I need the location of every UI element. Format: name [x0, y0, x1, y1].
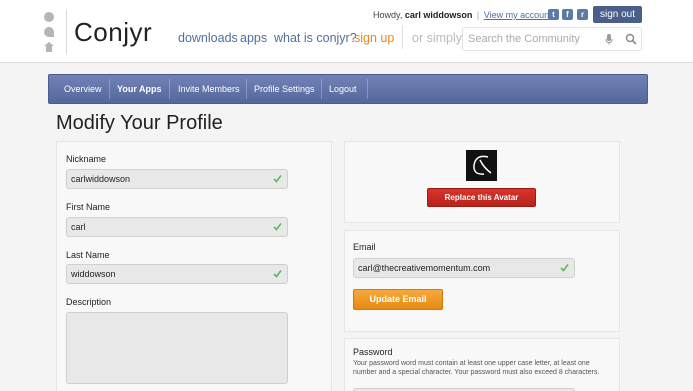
page-title: Modify Your Profile	[56, 112, 223, 134]
account-tabs: Overview Your Apps Invite Members Profil…	[48, 74, 648, 104]
nav-what-is-conjyr[interactable]: what is conjyr?	[274, 31, 357, 45]
tab-your-apps[interactable]: Your Apps	[117, 75, 162, 103]
email-value: carl@thecreativemomentum.com	[358, 263, 491, 273]
avatar-signature-icon	[473, 155, 492, 175]
first-name-label: First Name	[66, 202, 111, 212]
replace-avatar-button[interactable]: Replace this Avatar	[427, 188, 536, 207]
user-greeting: Howdy, carl widdowson | View my account	[373, 10, 552, 20]
description-label: Description	[66, 297, 112, 307]
email-panel	[344, 230, 620, 332]
last-name-value: widdowson	[71, 269, 116, 279]
password-help-text: Your password word must contain at least…	[353, 360, 600, 376]
first-name-value: carl	[71, 222, 86, 232]
first-name-field[interactable]: carl	[66, 217, 288, 237]
globe-icon	[44, 12, 54, 22]
or-simply-label: or simply	[412, 31, 463, 45]
nav-divider	[402, 25, 403, 49]
nickname-label: Nickname	[66, 154, 107, 164]
search-placeholder: Search the Community	[468, 33, 580, 45]
logo[interactable]: Conjyr	[74, 17, 152, 48]
user-name: carl widdowson	[404, 10, 473, 20]
tab-logout[interactable]: Logout	[329, 75, 357, 103]
check-icon	[273, 270, 282, 278]
twitter-icon[interactable]: t	[548, 9, 559, 20]
check-icon	[273, 175, 282, 183]
tab-divider	[321, 79, 322, 99]
search-icon[interactable]	[625, 33, 637, 45]
tab-invite-members[interactable]: Invite Members	[178, 75, 240, 103]
facebook-icon[interactable]: f	[562, 9, 573, 20]
nav-apps[interactable]: apps	[240, 31, 267, 45]
nickname-value: carlwiddowson	[71, 174, 131, 184]
greeting-separator: |	[476, 10, 480, 20]
rss-icon[interactable]: r	[577, 9, 588, 20]
view-account-link[interactable]: View my account	[484, 10, 552, 20]
logo-divider	[66, 10, 67, 54]
tab-divider	[367, 79, 368, 99]
chat-icon	[44, 27, 54, 37]
last-name-label: Last Name	[66, 250, 110, 260]
description-field[interactable]	[66, 312, 288, 384]
check-icon	[273, 223, 282, 231]
logo-icons	[44, 12, 58, 57]
last-name-field[interactable]: widdowson	[66, 264, 288, 284]
update-email-button[interactable]: Update Email	[353, 289, 443, 310]
nav-sign-up[interactable]: sign up	[354, 31, 394, 45]
email-label: Email	[353, 242, 376, 252]
search-input[interactable]: Search the Community	[462, 27, 642, 51]
microphone-icon[interactable]	[605, 34, 613, 45]
sign-out-button[interactable]: sign out	[593, 6, 642, 23]
password-label: Password	[353, 347, 393, 357]
howdy-text: Howdy,	[373, 10, 403, 20]
graduation-icon	[44, 42, 54, 52]
nav-downloads[interactable]: downloads	[178, 31, 238, 45]
tab-profile-settings[interactable]: Profile Settings	[254, 75, 315, 103]
tab-divider	[246, 79, 247, 99]
nickname-field[interactable]: carlwiddowson	[66, 169, 288, 189]
tab-divider	[109, 79, 110, 99]
check-icon	[560, 264, 569, 272]
avatar	[466, 150, 497, 181]
email-field[interactable]: carl@thecreativemomentum.com	[353, 258, 575, 278]
tab-overview[interactable]: Overview	[64, 75, 102, 103]
site-header: Conjyr downloads apps what is conjyr? si…	[0, 0, 693, 63]
tab-divider	[169, 79, 170, 99]
